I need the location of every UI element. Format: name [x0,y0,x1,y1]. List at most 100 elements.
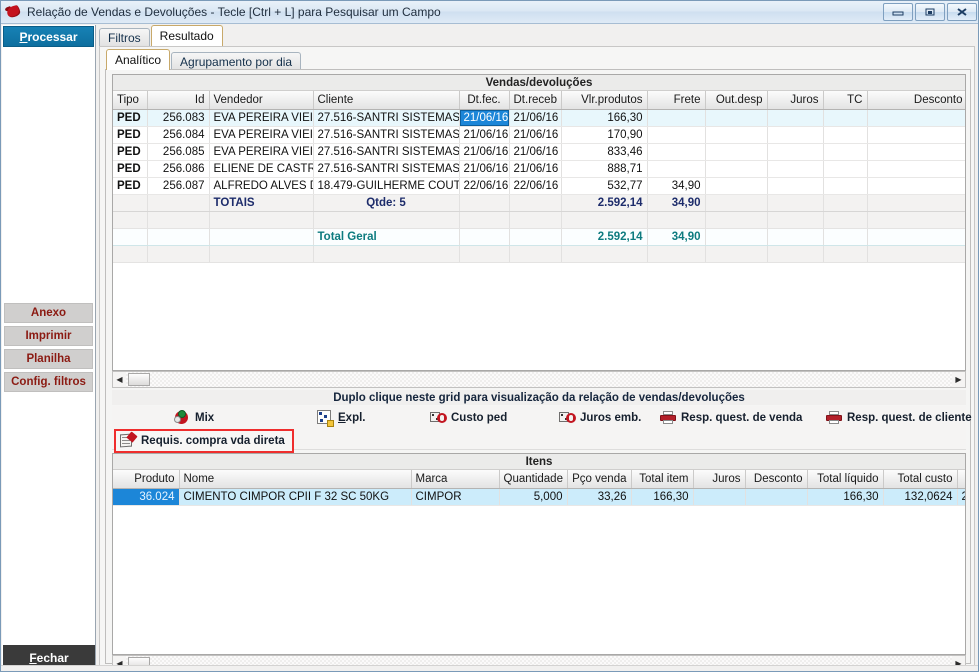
processar-button[interactable]: Processar [3,26,94,47]
tab-filtros[interactable]: Filtros [99,28,150,46]
col-desconto[interactable]: Desconto [867,91,965,110]
anexo-button[interactable]: Anexo [4,303,93,323]
printer-icon [660,410,676,426]
cell-vendedor: ALFREDO ALVES DEL [209,177,314,195]
spacer2-cell-5 [459,245,510,263]
expl-label: Expl. [338,412,366,424]
maximize-button[interactable] [915,3,945,21]
col-total-item[interactable]: Total item [631,470,694,489]
cell-vendedor: EVA PEREIRA VIEIRA [209,126,314,144]
col-extra[interactable] [957,470,965,489]
juros-emb-action[interactable]: Juros emb. [559,410,641,426]
scroll-right-arrow[interactable]: ▶ [952,372,965,387]
col-item-juros[interactable]: Juros [693,470,746,489]
table-row[interactable]: 36.024 CIMENTO CIMPOR CPII F 32 SC 50KG … [113,488,965,506]
col-quantidade[interactable]: Quantidade [499,470,568,489]
spacer-cell-1 [113,211,148,229]
cell-item-desconto [745,488,808,506]
col-out-desp[interactable]: Out.desp [705,91,768,110]
col-frete[interactable]: Frete [647,91,706,110]
totais-blank-juros [767,194,824,212]
col-total-custo[interactable]: Total custo [883,470,958,489]
vendas-grid-hscrollbar[interactable]: ◀ ▶ [112,371,966,388]
cell-quantidade: 5,000 [499,488,568,506]
itens-grid-header-row: Produto Nome Marca Quantidade Pço venda … [113,470,965,489]
col-marca[interactable]: Marca [411,470,500,489]
table-row[interactable]: PED 256.086 ELIENE DE CASTRO V 27.516-SA… [113,160,965,178]
col-vlr-produtos[interactable]: Vlr.produtos [561,91,648,110]
cell-tc [823,126,868,144]
printer-icon [826,410,842,426]
scroll-left-arrow[interactable]: ◀ [113,372,126,387]
resp-quest-venda-label: Resp. quest. de venda [681,412,803,424]
close-button[interactable] [947,3,977,21]
custo-ped-action[interactable]: Custo ped [430,410,507,426]
cell-dt-fec[interactable]: 21/06/16 [459,109,510,127]
resp-quest-venda-action[interactable]: Resp. quest. de venda [660,410,802,426]
col-total-liquido[interactable]: Total líquido [807,470,884,489]
spacer-row-2 [113,245,965,263]
table-row[interactable]: PED 256.085 EVA PEREIRA VIEIRA 27.516-SA… [113,143,965,161]
col-nome[interactable]: Nome [179,470,412,489]
vendas-scroll-thumb[interactable] [128,373,150,386]
col-item-desconto[interactable]: Desconto [745,470,808,489]
cell-juros [767,143,824,161]
mix-action[interactable]: Mix [174,410,214,426]
col-juros[interactable]: Juros [767,91,824,110]
vendas-grid-empty-area [113,262,965,370]
tab-agrupamento-por-dia[interactable]: Agrupamento por dia [171,52,302,70]
spacer2-cell-7 [561,245,648,263]
col-id[interactable]: Id [147,91,210,110]
itens-grid-body: 36.024 CIMENTO CIMPOR CPII F 32 SC 50KG … [113,488,965,506]
cell-tipo: PED [113,177,148,195]
totais-label: TOTAIS [209,194,314,212]
cell-vendedor: ELIENE DE CASTRO V [209,160,314,178]
minimize-button[interactable] [883,3,913,21]
spacer2-cell-11 [823,245,868,263]
table-row[interactable]: PED 256.083 EVA PEREIRA VIEIRA 27.516-SA… [113,109,965,127]
col-dt-receb[interactable]: Dt.receb [509,91,562,110]
table-row[interactable]: PED 256.087 ALFREDO ALVES DEL 18.479-GUI… [113,177,965,195]
col-cliente[interactable]: Cliente [313,91,460,110]
tab-resultado[interactable]: Resultado [150,25,223,46]
planilha-button[interactable]: Planilha [4,349,93,369]
col-pco-venda[interactable]: Pço venda [567,470,632,489]
cell-out-desp [705,160,768,178]
resp-quest-cliente-action[interactable]: Resp. quest. de cliente [826,410,972,426]
cell-dt-receb: 21/06/16 [509,109,562,127]
cell-id: 256.083 [147,109,210,127]
cell-dt-receb: 21/06/16 [509,126,562,144]
total-geral-row: Total Geral 2.592,14 34,90 [113,227,965,246]
cell-desconto [867,177,965,195]
cell-desconto [867,143,965,161]
vendas-scroll-track[interactable] [126,372,952,387]
config-filtros-button[interactable]: Config. filtros [4,372,93,392]
imprimir-button[interactable]: Imprimir [4,326,93,346]
tab-analitico[interactable]: Analítico [106,49,171,70]
col-dt-fec[interactable]: Dt.fec. [459,91,510,110]
col-tipo[interactable]: Tipo [113,91,148,110]
vendas-grid-table: Tipo Id Vendedor Cliente Dt.fec. Dt.rece… [113,91,965,263]
vendas-grid-caption: Vendas/devoluções [113,75,965,91]
itens-grid[interactable]: Itens Produto Nome Marca Quantidade Pço … [112,453,966,655]
action-toolbar: Mix Expl. Custo ped Juros emb. Resp. que… [112,406,972,453]
requis-compra-vda-direta-action[interactable]: Requis. compra vda direta [114,429,294,453]
spacer2-cell-2 [147,245,210,263]
cell-juros [767,126,824,144]
vendas-devolucoes-grid[interactable]: Vendas/devoluções Tipo Id Vendedor Clien… [112,74,966,371]
cell-frete [647,160,706,178]
cell-total-liquido: 166,30 [807,488,884,506]
window-title: Relação de Vendas e Devoluções - Tecle [… [27,5,441,19]
cell-out-desp [705,143,768,161]
spacer2-cell-4 [313,245,460,263]
expl-action[interactable]: Expl. [317,410,366,427]
spacer-cell-7 [561,211,648,229]
col-produto[interactable]: Produto [113,470,180,489]
cell-cliente: 18.479-GUILHERME COUTINH [313,177,460,195]
processar-label-rest: rocessar [27,29,78,44]
col-vendedor[interactable]: Vendedor [209,91,314,110]
cell-tc [823,177,868,195]
cell-total-item: 166,30 [631,488,694,506]
table-row[interactable]: PED 256.084 EVA PEREIRA VIEIRA 27.516-SA… [113,126,965,144]
col-tc[interactable]: TC [823,91,868,110]
